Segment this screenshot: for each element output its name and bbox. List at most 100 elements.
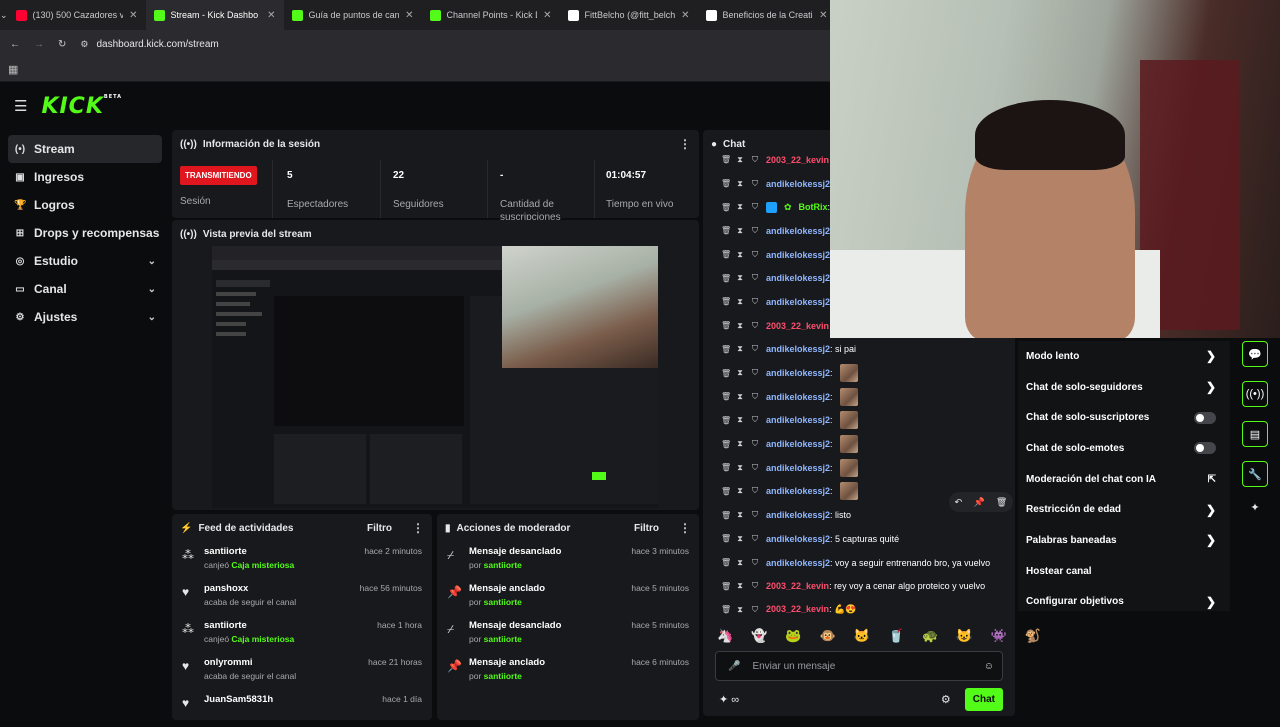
mod-setting-chat-de-solo-emotes[interactable]: Chat de solo-emotes: [1018, 433, 1230, 464]
delete-icon[interactable]: 🗑: [721, 582, 731, 591]
site-info-icon[interactable]: ⚙: [80, 39, 88, 50]
chat-username[interactable]: 2003_22_kevin: [766, 321, 829, 331]
ban-icon[interactable]: ⛉: [751, 344, 759, 354]
send-chat-button[interactable]: Chat: [964, 687, 1003, 711]
sidebar-item-stream[interactable]: (•) Stream: [8, 135, 162, 163]
channel-points-icon[interactable]: ✦ ∞: [719, 693, 739, 706]
timeout-icon[interactable]: ⧗: [736, 439, 744, 449]
emote-button[interactable]: 👾: [991, 628, 1007, 644]
toggle-switch[interactable]: [1194, 442, 1216, 455]
chat-username[interactable]: andikelokessj2: [766, 250, 830, 260]
emote-button[interactable]: 🐸: [785, 628, 801, 644]
toggle-switch[interactable]: [1194, 411, 1216, 424]
chat-message[interactable]: 🗑 ⧗ ⛉ andikelokessj2: 5 capturas quité: [703, 527, 1015, 551]
forward-icon[interactable]: →: [34, 39, 44, 50]
ban-icon[interactable]: ⛉: [751, 392, 759, 402]
timeout-icon[interactable]: ⧗: [736, 368, 744, 378]
emote-button[interactable]: 🦄: [717, 628, 733, 644]
reply-icon[interactable]: ↶: [955, 497, 963, 508]
chat-message[interactable]: 🗑 ⧗ ⛉ 2003_22_kevin: 💪😍: [703, 598, 1015, 622]
mod-setting-modo-lento[interactable]: Modo lento ❯: [1018, 341, 1230, 372]
ban-icon[interactable]: ⛉: [751, 297, 759, 307]
mod-filter-button[interactable]: Filtro: [634, 523, 659, 534]
delete-icon[interactable]: 🗑: [721, 440, 731, 449]
ban-icon[interactable]: ⛉: [751, 179, 759, 189]
mic-icon[interactable]: 🎤: [728, 661, 740, 672]
timeout-icon[interactable]: ⧗: [736, 202, 744, 212]
delete-icon[interactable]: 🗑: [721, 250, 731, 259]
browser-tab[interactable]: Guía de puntos de canal ✕: [284, 0, 422, 30]
reload-icon[interactable]: ↻: [58, 39, 66, 50]
timeout-icon[interactable]: ⧗: [736, 392, 744, 402]
timeout-icon[interactable]: ⧗: [736, 344, 744, 354]
timeout-icon[interactable]: ⧗: [736, 415, 744, 425]
mod-action-user[interactable]: santiiorte: [484, 560, 522, 570]
close-tab-icon[interactable]: ✕: [819, 10, 827, 21]
browser-tab[interactable]: Channel Points - Kick Das ✕: [422, 0, 560, 30]
mod-setting-hostear-canal[interactable]: Hostear canal: [1018, 556, 1230, 587]
chat-message[interactable]: 🗑 ⧗ ⛉ andikelokessj2:: [703, 385, 1015, 409]
chat-username[interactable]: andikelokessj2: [766, 392, 830, 402]
timeout-icon[interactable]: ⧗: [736, 605, 744, 615]
pin-icon[interactable]: 📌: [973, 497, 984, 508]
ban-icon[interactable]: ⛉: [751, 605, 759, 615]
ban-icon[interactable]: ⛉: [751, 558, 759, 568]
browser-tab[interactable]: Stream - Kick Dashbo ✕: [145, 0, 284, 30]
ban-icon[interactable]: ⛉: [751, 321, 759, 331]
tab-list-button[interactable]: ⌄: [0, 10, 8, 21]
delete-icon[interactable]: 🗑: [721, 511, 731, 520]
delete-icon[interactable]: 🗑: [721, 179, 731, 188]
mod-action-user[interactable]: santiiorte: [484, 634, 522, 644]
ban-icon[interactable]: ⛉: [751, 510, 759, 520]
close-tab-icon[interactable]: ✕: [129, 10, 137, 21]
mod-setting-configurar-objetivos[interactable]: Configurar objetivos ❯: [1018, 587, 1230, 618]
chat-message[interactable]: 🗑 ⧗ ⛉ andikelokessj2: voy a seguir entrenan…: [703, 551, 1015, 575]
browser-tab[interactable]: FittBelcho (@fitt_belcho) / ✕: [560, 0, 698, 30]
channel-points-icon[interactable]: ✦: [1230, 501, 1280, 514]
chat-username[interactable]: andikelokessj2: [766, 344, 830, 354]
mod-setting-chat-de-solo-seguidores[interactable]: Chat de solo-seguidores ❯: [1018, 372, 1230, 403]
chat-username[interactable]: BotRix: [799, 202, 828, 212]
broadcast-toggle-icon[interactable]: ((•)): [1242, 381, 1268, 407]
chat-username[interactable]: andikelokessj2: [766, 415, 830, 425]
delete-icon[interactable]: 🗑: [721, 534, 731, 543]
sidebar-item-ingresos[interactable]: ▣ Ingresos: [8, 163, 162, 191]
browser-tab[interactable]: Beneficios de la Creatina ✕: [698, 0, 836, 30]
more-options-icon[interactable]: ⋮: [679, 137, 691, 151]
ban-icon[interactable]: ⛉: [751, 226, 759, 236]
emote-button[interactable]: 🐒: [1025, 628, 1041, 644]
kick-logo[interactable]: KICKBETA: [41, 94, 122, 119]
delete-icon[interactable]: 🗑: [721, 297, 731, 306]
timeout-icon[interactable]: ⧗: [736, 273, 744, 283]
ban-icon[interactable]: ⛉: [751, 202, 759, 212]
browser-tab[interactable]: (130) 500 Cazadores vs lo ✕: [8, 0, 146, 30]
chat-username[interactable]: andikelokessj2: [766, 368, 830, 378]
close-tab-icon[interactable]: ✕: [405, 10, 413, 21]
chat-username[interactable]: andikelokessj2: [766, 558, 830, 568]
chat-username[interactable]: andikelokessj2: [766, 486, 830, 496]
timeout-icon[interactable]: ⧗: [736, 558, 744, 568]
chat-username[interactable]: andikelokessj2: [766, 226, 830, 236]
delete-icon[interactable]: 🗑: [721, 226, 731, 235]
menu-icon[interactable]: ☰: [14, 97, 27, 115]
mod-more-icon[interactable]: ⋮: [679, 521, 691, 535]
close-tab-icon[interactable]: ✕: [267, 10, 275, 21]
chat-message[interactable]: 🗑 ⧗ ⛉ andikelokessj2:: [703, 409, 1015, 433]
delete-icon[interactable]: 🗑: [721, 274, 731, 283]
feed-filter-button[interactable]: Filtro: [367, 523, 392, 534]
delete-icon[interactable]: 🗑: [721, 487, 731, 496]
chat-input[interactable]: 🎤 Enviar un mensaje ☺: [715, 651, 1003, 681]
chat-username[interactable]: andikelokessj2: [766, 439, 830, 449]
mod-setting-restricción-de-edad[interactable]: Restricción de edad ❯: [1018, 494, 1230, 525]
ban-icon[interactable]: ⛉: [751, 415, 759, 425]
ban-icon[interactable]: ⛉: [751, 486, 759, 496]
chat-username[interactable]: andikelokessj2: [766, 297, 830, 307]
mod-setting-moderación-del-chat-con-ia[interactable]: Moderación del chat con IA ⇱: [1018, 464, 1230, 495]
chat-message[interactable]: 🗑 ⧗ ⛉ andikelokessj2:: [703, 361, 1015, 385]
timeout-icon[interactable]: ⧗: [736, 581, 744, 591]
stream-preview-video[interactable]: [212, 246, 658, 508]
emote-button[interactable]: 👻: [751, 628, 767, 644]
ban-icon[interactable]: ⛉: [751, 581, 759, 591]
delete-icon[interactable]: 🗑: [721, 463, 731, 472]
sidebar-item-ajustes[interactable]: ⚙ Ajustes ⌄: [8, 303, 162, 331]
